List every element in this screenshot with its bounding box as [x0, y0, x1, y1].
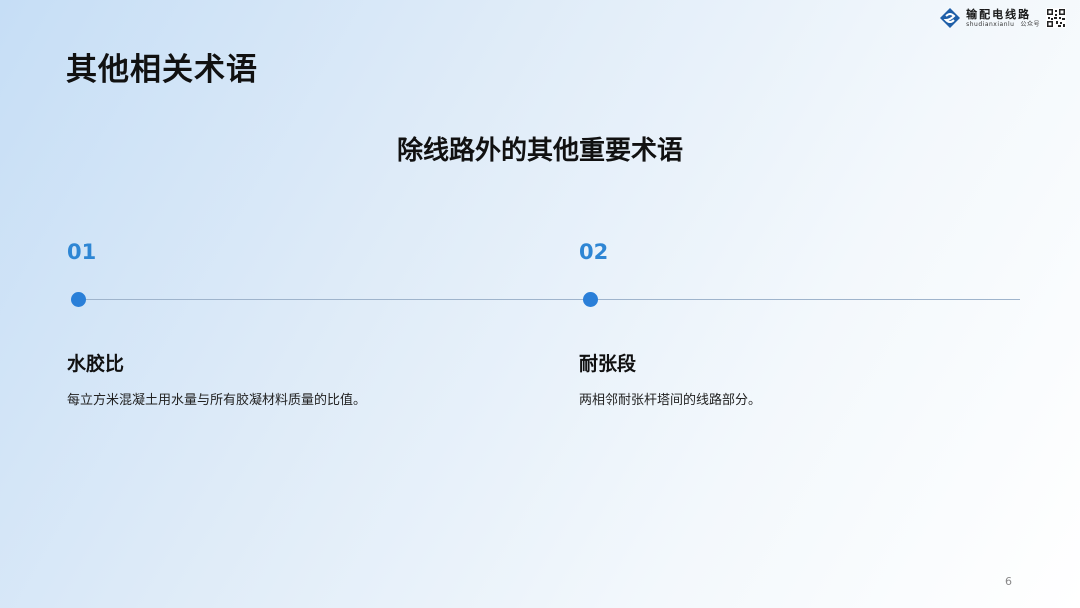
timeline-dot-01 [71, 292, 86, 307]
logo-romanized: shudianxianlu [966, 20, 1015, 28]
item-number-01: 01 [67, 240, 97, 264]
qr-code-icon [1046, 8, 1066, 28]
page-number: 6 [1005, 575, 1012, 588]
item-number-02: 02 [579, 240, 609, 264]
term-description-02: 两相邻耐张杆塔间的线路部分。 [579, 393, 762, 408]
logo-text: 输配电线路 shudianxianlu 公众号 [966, 9, 1040, 28]
section-subtitle: 除线路外的其他重要术语 [396, 136, 683, 166]
brand-logo: 输配电线路 shudianxianlu 公众号 [940, 8, 1066, 28]
logo-name: 输配电线路 [966, 7, 1032, 21]
timeline-dot-02 [583, 292, 598, 307]
slide: 输配电线路 shudianxianlu 公众号 其他相关术语 除线路外的其他重要… [0, 0, 1080, 608]
page-title: 其他相关术语 [66, 52, 258, 88]
diamond-s-logo-icon [940, 8, 961, 28]
term-heading-02: 耐张段 [579, 353, 637, 375]
term-description-01: 每立方米混凝土用水量与所有胶凝材料质量的比值。 [67, 393, 367, 408]
logo-tag: 公众号 [1020, 20, 1040, 28]
logo-subline: shudianxianlu 公众号 [966, 20, 1040, 28]
timeline-line [78, 299, 1020, 300]
term-heading-01: 水胶比 [67, 353, 125, 375]
